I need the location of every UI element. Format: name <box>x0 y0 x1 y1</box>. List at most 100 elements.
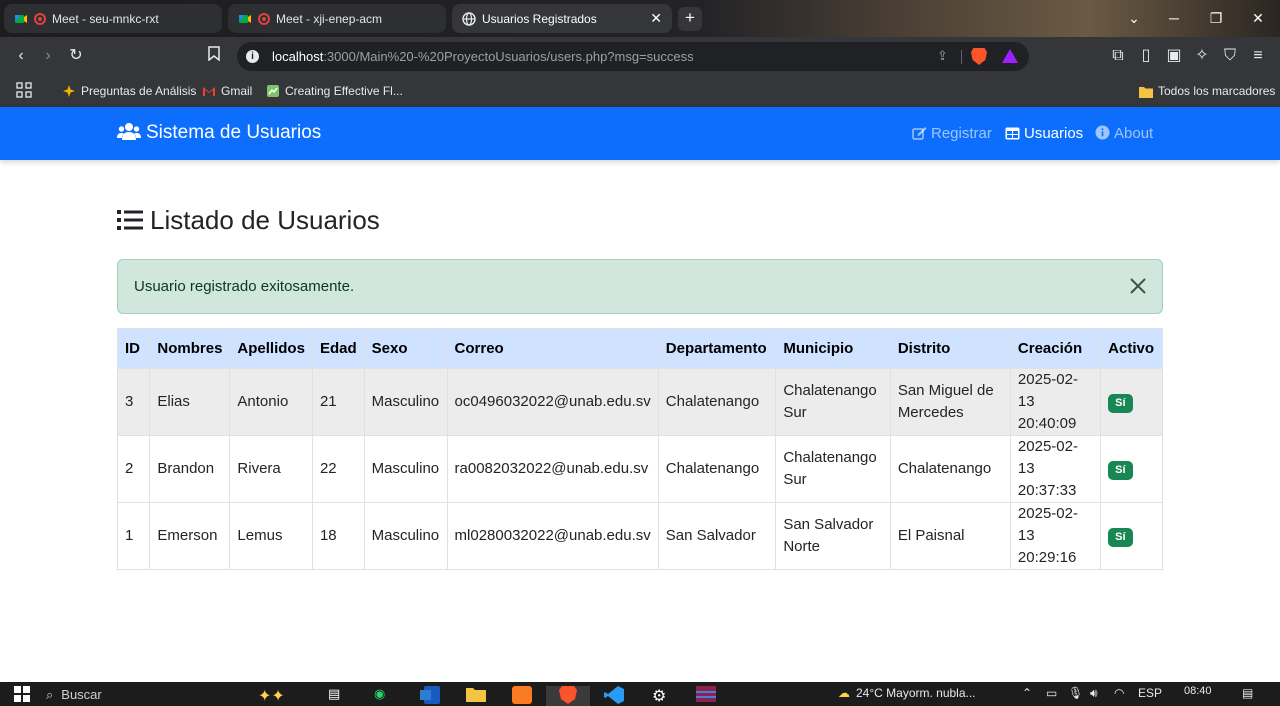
edit-icon <box>912 126 927 140</box>
cell-creacion: 2025-02-13 20:40:09 <box>1009 368 1102 436</box>
cell-activo: Sí <box>1100 502 1163 570</box>
vpn-shield-icon[interactable]: ⛉ <box>1220 46 1240 66</box>
column-header: Creación <box>1009 328 1102 369</box>
weather-cloud-icon: ☁ <box>838 686 850 700</box>
divider <box>961 50 962 64</box>
gmail-icon <box>202 84 216 98</box>
google-meet-icon <box>14 12 28 26</box>
xampp-icon[interactable] <box>512 686 532 706</box>
tab-meet-1[interactable]: Meet - seu-mnkc-rxt <box>4 4 222 33</box>
tab-usuarios-registrados[interactable]: Usuarios Registrados ✕ <box>452 4 672 33</box>
word-icon[interactable] <box>420 686 440 706</box>
page-title: Listado de Usuarios <box>117 205 380 236</box>
bookmarks-folder[interactable]: Todos los marcadores <box>1139 84 1275 100</box>
nav-link-about[interactable]: About <box>1095 125 1153 142</box>
cell-apellidos: Antonio <box>229 368 313 436</box>
success-alert: Usuario registrado exitosamente. <box>117 259 1163 314</box>
bookmark-preguntas[interactable]: Preguntas de Análisis <box>62 84 196 98</box>
wifi-icon[interactable]: ◠ <box>1114 686 1124 700</box>
column-header: Activo <box>1100 328 1163 369</box>
settings-gear-icon[interactable]: ⚙ <box>652 686 666 706</box>
notifications-icon[interactable]: ▤ <box>1242 686 1253 700</box>
bookmark-creating-effective[interactable]: Creating Effective Fl... <box>266 84 403 98</box>
apps-grid-icon[interactable] <box>16 82 32 101</box>
tab-title: Meet - xji-enep-acm <box>276 11 383 26</box>
reload-icon[interactable]: ↻ <box>66 46 86 66</box>
recording-icon <box>34 12 46 25</box>
navbar-brand[interactable]: Sistema de Usuarios <box>117 122 321 144</box>
cell-municipio: Chalatenango Sur <box>775 435 891 503</box>
cell-departamento: San Salvador <box>657 502 777 570</box>
column-header: Apellidos <box>229 328 313 369</box>
language-indicator[interactable]: ESP <box>1138 686 1162 700</box>
alert-message: Usuario registrado exitosamente. <box>134 278 355 295</box>
users-icon <box>117 122 141 140</box>
close-window-button[interactable]: ✕ <box>1236 0 1280 37</box>
tab-title: Meet - seu-mnkc-rxt <box>52 11 159 26</box>
tab-title: Usuarios Registrados <box>482 11 597 26</box>
menu-icon[interactable]: ≡ <box>1248 46 1268 66</box>
google-meet-icon <box>238 12 252 26</box>
back-icon[interactable]: ‹ <box>11 46 31 66</box>
new-tab-button[interactable]: + <box>678 7 702 31</box>
cell-apellidos: Lemus <box>229 502 313 570</box>
cell-creacion: 2025-02-13 20:29:16 <box>1009 502 1102 570</box>
tray-chevron-icon[interactable]: ⌃ <box>1022 686 1032 700</box>
extensions-icon[interactable]: ⧉ <box>1108 46 1128 66</box>
nav-link-usuarios[interactable]: Usuarios <box>1005 125 1083 142</box>
whatsapp-icon[interactable]: ◉ <box>374 686 385 706</box>
nav-link-registrar[interactable]: Registrar <box>912 125 992 142</box>
microphone-icon: 🎙︎ <box>1068 686 1084 700</box>
status-badge: Sí <box>1108 461 1133 480</box>
share-icon[interactable]: ⇪ <box>937 48 953 64</box>
brave-taskbar-icon[interactable] <box>546 686 590 706</box>
cell-nombres: Emerson <box>149 502 231 570</box>
address-bar[interactable]: i localhost:3000/Main%20-%20ProyectoUsua… <box>237 42 1029 71</box>
table-icon <box>1005 127 1020 141</box>
bookmark-icon[interactable] <box>204 46 224 66</box>
brave-shields-icon[interactable] <box>971 48 987 65</box>
leo-ai-icon[interactable]: ✧ <box>1192 46 1212 66</box>
minimize-button[interactable]: ─ <box>1152 0 1196 37</box>
bookmark-gmail[interactable]: Gmail <box>202 84 252 98</box>
vscode-icon[interactable] <box>604 686 624 706</box>
document-icon <box>266 84 280 98</box>
winrar-icon[interactable] <box>696 686 716 706</box>
sidebar-icon[interactable]: ▯ <box>1136 46 1156 66</box>
tab-search-chevron-icon[interactable]: ⌄ <box>1112 0 1156 37</box>
cell-municipio: San Salvador Norte <box>775 502 891 570</box>
cell-nombres: Elias <box>149 368 231 436</box>
brave-rewards-icon[interactable] <box>1002 49 1018 63</box>
cell-id: 1 <box>116 502 151 570</box>
cell-municipio: Chalatenango Sur <box>775 368 891 436</box>
column-header: Nombres <box>149 328 231 369</box>
forward-icon[interactable]: › <box>38 46 58 66</box>
cell-correo: oc0496032022@unab.edu.sv <box>446 368 659 436</box>
battery-icon: ▭ <box>1046 686 1058 700</box>
wallet-icon[interactable]: ▣ <box>1164 46 1184 66</box>
taskbar-search[interactable]: ⌕ Buscar <box>46 687 246 706</box>
table-row: 1 Emerson Lemus 18 Masculino ml028003202… <box>116 502 1163 570</box>
table-row: 2 Brandon Rivera 22 Masculino ra00820320… <box>116 435 1163 503</box>
clock-time[interactable]: 08:40 <box>1184 685 1212 697</box>
file-explorer-icon[interactable] <box>466 686 486 706</box>
cell-sexo: Masculino <box>363 502 448 570</box>
weather-widget[interactable]: ☁ 24°C Mayorm. nubla... <box>838 686 976 700</box>
site-info-icon[interactable]: i <box>246 50 259 63</box>
close-alert-icon[interactable] <box>1128 276 1148 296</box>
restore-button[interactable]: ❐ <box>1194 0 1238 37</box>
cell-edad: 22 <box>311 435 365 503</box>
search-icon: ⌕ <box>46 687 54 702</box>
globe-icon <box>462 11 476 26</box>
cell-sexo: Masculino <box>363 368 448 436</box>
volume-icon[interactable]: 🔊︎ <box>1090 686 1098 701</box>
tab-meet-2[interactable]: Meet - xji-enep-acm <box>228 4 446 33</box>
browser-tab-bar: Meet - seu-mnkc-rxt Meet - xji-enep-acm … <box>0 0 1280 37</box>
task-view-icon[interactable]: ▤ <box>328 686 340 706</box>
cell-activo: Sí <box>1100 435 1163 503</box>
close-tab-icon[interactable]: ✕ <box>650 10 662 27</box>
copilot-sparkle-icon[interactable]: ✦✦ <box>258 686 285 706</box>
bookmarks-bar: Preguntas de Análisis Gmail Creating Eff… <box>0 76 1280 107</box>
windows-start-icon[interactable] <box>14 686 30 706</box>
status-badge: Sí <box>1108 528 1133 547</box>
